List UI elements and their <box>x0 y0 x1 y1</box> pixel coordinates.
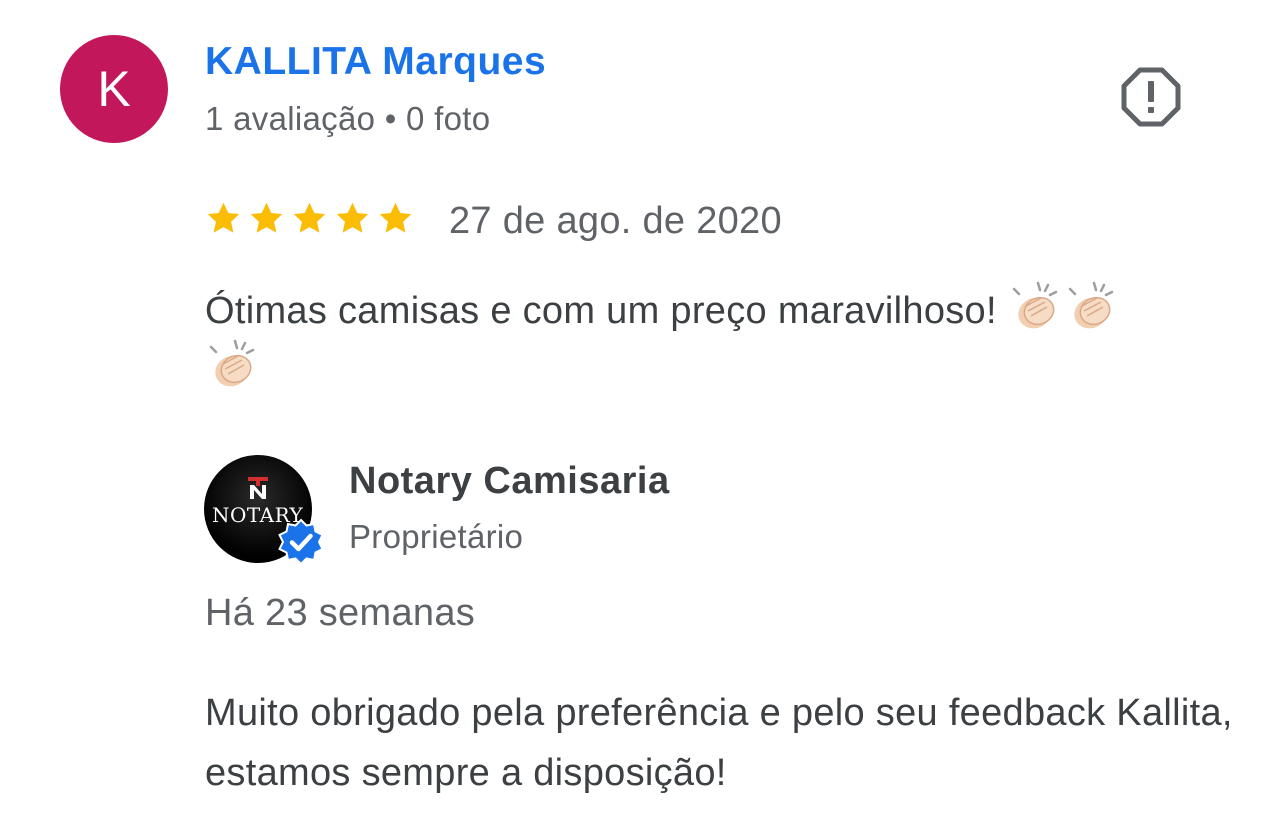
verified-badge-icon <box>278 518 324 566</box>
reviewer-name-link[interactable]: KALLITA Marques <box>205 40 546 84</box>
reviewer-meta: 1 avaliação • 0 foto <box>205 100 491 137</box>
report-flag-icon <box>1121 67 1181 127</box>
owner-name: Notary Camisaria <box>349 460 670 502</box>
owner-role: Proprietário <box>349 518 524 555</box>
notary-logo-mark-icon <box>248 477 268 499</box>
review-text: Ótimas camisas e com um preço maravilhos… <box>205 281 1235 398</box>
star-icon <box>250 202 283 233</box>
clapping-hands-icon <box>1068 281 1113 329</box>
star-icon <box>379 202 412 233</box>
star-icon <box>336 202 369 233</box>
report-review-button[interactable] <box>1120 66 1182 128</box>
avatar-initial: K <box>97 61 131 117</box>
review-text-content: Ótimas camisas e com um preço maravilhos… <box>205 290 997 332</box>
clapping-hands-icon <box>1012 281 1057 329</box>
star-icon <box>207 202 240 233</box>
star-rating <box>205 200 414 237</box>
clapping-hands-icon <box>209 339 255 387</box>
reply-time: Há 23 semanas <box>205 592 476 634</box>
star-icon <box>293 202 326 233</box>
reviewer-avatar[interactable]: K <box>60 35 168 143</box>
review-date: 27 de ago. de 2020 <box>449 200 782 242</box>
reply-text: Muito obrigado pela preferência e pelo s… <box>205 692 1233 794</box>
owner-logo: NOTARY <box>204 455 324 566</box>
